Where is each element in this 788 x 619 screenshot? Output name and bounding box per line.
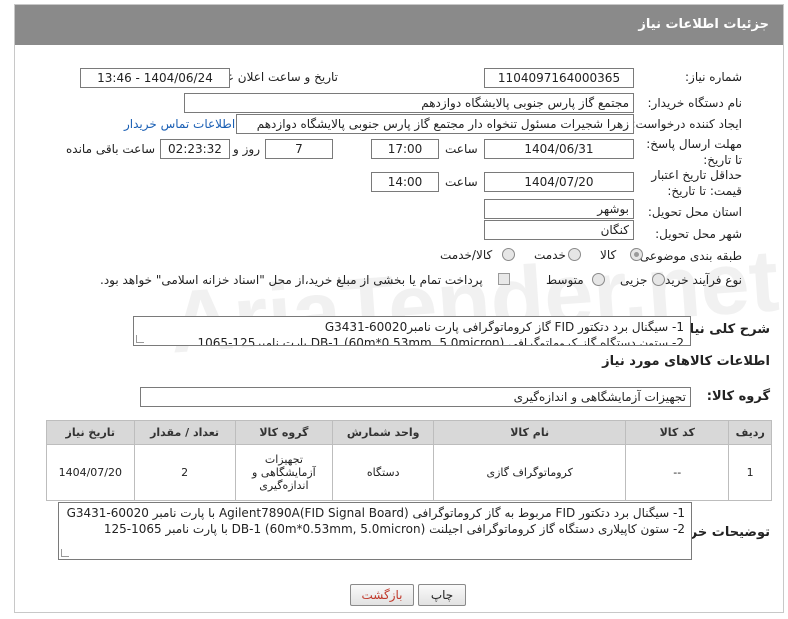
validity-label: حداقل تاریخ اعتبار قیمت: تا تاریخ: [651,168,742,198]
cell-date: 1404/07/20 [46,444,135,501]
validity-hour-label: ساعت [445,175,478,189]
process-radio-minor[interactable] [652,273,665,286]
requester-label: ایجاد کننده درخواست: [631,117,742,131]
category-label: طبقه بندی موضوعی: [635,249,742,263]
process-option-medium: متوسط [546,273,584,287]
column-header-name: نام کالا [433,420,627,445]
summary-textarea: 1- سیگنال برد دتکتور FID گاز کروماتوگراف… [133,316,691,346]
reply-date-field: 1404/06/31 [484,139,634,159]
reply-time-field: 17:00 [371,139,439,159]
summary-line-1: 1- سیگنال برد دتکتور FID گاز کروماتوگراف… [324,320,684,334]
goods-table: ردیف کد کالا نام کالا واحد شمارش گروه کا… [46,420,772,501]
cell-group: تجهیزات آزمایشگاهی و اندازه‌گیری [234,444,334,501]
city-label: شهر محل تحویل: [655,227,742,241]
back-button[interactable]: بازگشت [350,584,414,606]
province-label: استان محل تحویل: [647,205,742,219]
buyer-field: مجتمع گاز پارس جنوبی پالایشگاه دوازدهم [184,93,634,113]
reply-hour-label: ساعت [445,142,478,156]
column-header-row: ردیف [728,420,772,445]
resize-handle-icon[interactable] [136,335,144,343]
category-option-goods: کالا [600,248,617,262]
goods-section-title: اطلاعات کالاهای مورد نیاز [602,354,770,369]
days-label: روز و [233,142,260,156]
buyer-notes-line-2: 2- ستون کاپیلاری دستگاه گاز کروماتوگرافی… [103,522,685,536]
buyer-label: نام دستگاه خریدار: [647,96,743,110]
validity-date-field: 1404/07/20 [484,172,634,192]
process-radio-medium[interactable] [592,273,605,286]
cell-unit: دستگاه [332,444,435,501]
summary-line-2: 2- ستون دستگاه گاز کروماتوگرافی (DB-1 (6… [197,336,684,346]
cell-name: کروماتوگراف گازی [433,444,627,501]
buyer-notes-line-1: 1- سیگنال برد دتکتور FID مربوط به گاز کر… [66,506,685,520]
payment-note: پرداخت تمام یا بخشی از مبلغ خرید،از محل … [100,273,483,287]
remaining-label: ساعت باقی مانده [66,142,156,156]
need-number-field: 1104097164000365 [484,68,634,88]
category-option-both: کالا/خدمت [440,248,493,262]
resize-handle-icon[interactable] [61,549,69,557]
column-header-code: کد کالا [625,420,730,445]
cell-code: -- [625,444,730,501]
goods-group-label: گروه کالا: [706,389,770,404]
announce-field: 1404/06/24 - 13:46 [80,68,230,88]
panel-title: جزئیات اطلاعات نیاز [15,5,783,45]
column-header-group: گروه کالا [234,420,334,445]
category-radio-both[interactable] [502,248,515,261]
requester-field: زهرا شجیرات مسئول تنخواه دار مجتمع گاز پ… [236,114,634,134]
table-row: 1 -- کروماتوگراف گازی دستگاه تجهیزات آزم… [46,444,772,501]
cell-qty: 2 [133,444,236,501]
payment-checkbox[interactable] [498,273,510,285]
print-button[interactable]: چاپ [418,584,466,606]
buyer-notes-textarea: 1- سیگنال برد دتکتور FID مربوط به گاز کر… [58,502,692,560]
column-header-qty: تعداد / مقدار [133,420,236,445]
need-number-label: شماره نیاز: [685,70,742,84]
column-header-unit: واحد شمارش [332,420,435,445]
column-header-date: تاریخ نیاز [46,420,135,445]
category-option-service: خدمت [534,248,566,262]
province-field: بوشهر [484,199,634,219]
city-field: کنگان [484,220,634,240]
process-option-minor: جزیی [620,273,648,287]
validity-time-field: 14:00 [371,172,439,192]
goods-group-field: تجهیزات آزمایشگاهی و اندازه‌گیری [140,387,691,407]
reply-deadline-label: مهلت ارسال پاسخ: تا تاریخ: [646,137,742,167]
category-radio-goods[interactable] [630,248,643,261]
contact-buyer-link[interactable]: اطلاعات تماس خریدار [124,117,235,131]
cell-row: 1 [728,444,772,501]
remaining-time-field: 02:23:32 [160,139,230,159]
process-label: نوع فرآیند خرید : [657,273,742,287]
category-radio-service[interactable] [568,248,581,261]
days-field: 7 [265,139,333,159]
